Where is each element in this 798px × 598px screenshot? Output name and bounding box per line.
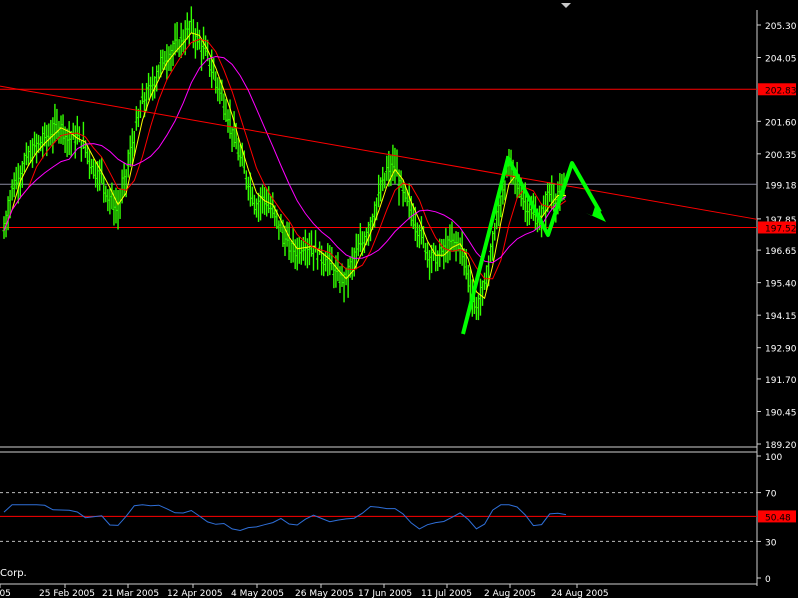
date-tick-label: 26 May 2005 [295, 589, 354, 598]
price-tick-label: 201.60 [765, 118, 797, 128]
scroll-indicator[interactable] [561, 3, 571, 8]
price-tag-text: 202.83 [765, 86, 797, 96]
oscillator-tick-label: 0 [765, 575, 771, 585]
price-tick-label: 189.20 [765, 441, 797, 451]
zigzag-arrowhead [586, 203, 606, 222]
price-tick-label: 190.45 [765, 408, 797, 418]
price-tag-text: 199.18 [765, 181, 797, 191]
oscillator-tick-label: 30 [765, 538, 777, 548]
price-tick-label: 196.65 [765, 247, 797, 257]
oscillator-value-label: 50.48 [758, 510, 796, 523]
date-axis: 2005 25 Feb 2005 21 Mar 2005 12 Apr 2005 4 M… [0, 584, 609, 598]
price-tick-label: 195.40 [765, 280, 797, 290]
oscillator-tick-label: 70 [765, 490, 777, 500]
price-tick-label: 204.05 [765, 55, 797, 65]
date-tick-label: 17 Jun 2005 [358, 589, 412, 598]
price-tick-label: 194.15 [765, 312, 797, 322]
price-tick-label: 192.90 [765, 345, 797, 355]
oscillator-tag-text: 50.48 [765, 513, 791, 523]
oscillator-tick-label: 100 [765, 453, 782, 463]
date-tick-label: 2005 [0, 589, 11, 598]
date-tick-label: 25 Feb 2005 [39, 589, 95, 598]
corp-text: Corp. [0, 568, 27, 579]
trading-chart: 205.30204.05201.60200.35197.85196.65195.… [0, 3, 797, 598]
price-tick-label: 200.35 [765, 151, 797, 161]
date-tick-label: 24 Aug 2005 [551, 589, 609, 598]
oscillator-path [3, 504, 567, 532]
date-tick-label: 21 Mar 2005 [102, 589, 159, 598]
date-tick-label: 11 Jul 2005 [421, 589, 472, 598]
oscillator-levels [0, 492, 757, 542]
date-tick-label: 4 May 2005 [231, 589, 284, 598]
price-tick-label: 205.30 [765, 22, 797, 32]
oscillator-line [3, 504, 567, 532]
price-tag-text: 197.52 [765, 224, 797, 234]
date-tick-label: 12 Apr 2005 [167, 589, 223, 598]
date-tick-label: 2 Aug 2005 [484, 589, 536, 598]
price-tick-label: 191.70 [765, 376, 797, 386]
